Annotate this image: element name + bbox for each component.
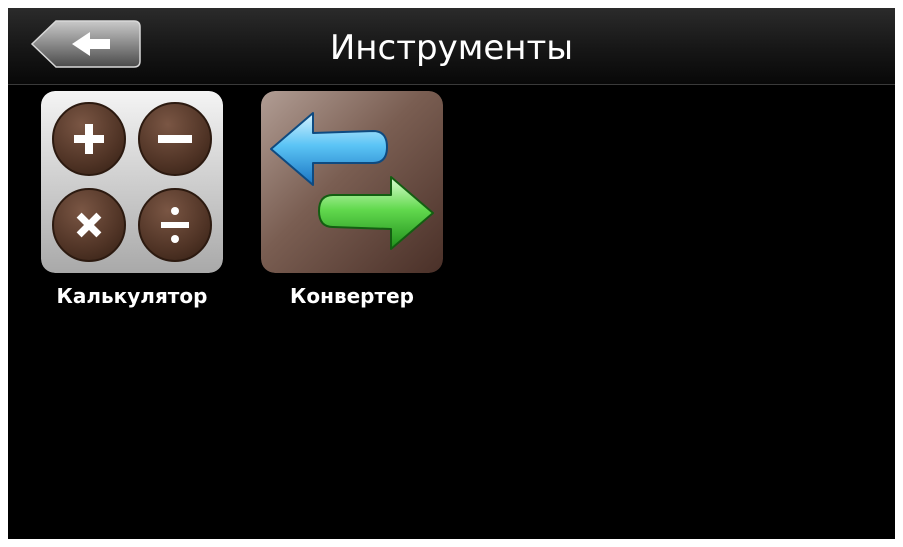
calculator-icon	[41, 91, 223, 273]
header-bar: Инструменты	[8, 8, 895, 85]
converter-label[interactable]: Конвертер	[252, 284, 452, 308]
converter-arrows-icon	[261, 91, 443, 273]
calculator-app-icon[interactable]	[41, 91, 223, 273]
converter-app-icon[interactable]	[261, 91, 443, 273]
calculator-label[interactable]: Калькулятор	[32, 284, 232, 308]
arrow-left-icon	[30, 20, 141, 68]
back-button[interactable]	[30, 19, 142, 69]
screen: Инструменты Калькулятор Конвертер	[8, 8, 895, 539]
